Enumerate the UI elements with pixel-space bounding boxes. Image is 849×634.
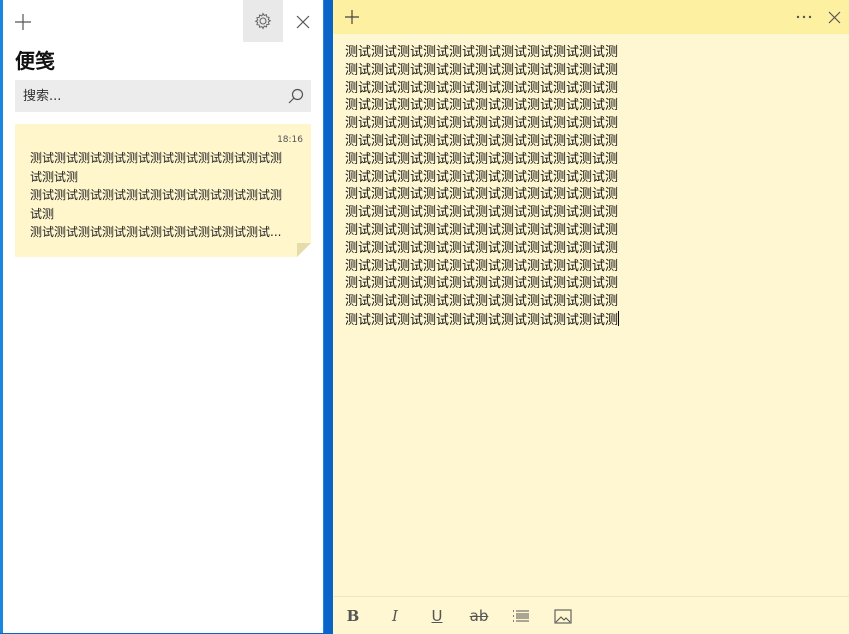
note-preview-line: 测试测试测试测试测试测试测试测试测试测试测: [30, 188, 283, 202]
italic-button[interactable]: I: [381, 603, 409, 629]
note-body-text[interactable]: 测试测试测试测试测试测试测试测试测试测试测 测试测试测试测试测试测试测试测试测试…: [345, 45, 618, 328]
note-editor-window: 测试测试测试测试测试测试测试测试测试测试测 测试测试测试测试测试测试测试测试测试…: [329, 0, 849, 634]
note-editor[interactable]: 测试测试测试测试测试测试测试测试测试测试测 测试测试测试测试测试测试测试测试测试…: [345, 44, 645, 330]
image-icon: [554, 608, 572, 624]
plus-icon: [15, 14, 31, 30]
page-fold-corner: [297, 243, 311, 257]
note-preview-line: 试测: [30, 206, 55, 221]
bullet-list-button[interactable]: [507, 603, 535, 629]
note-preview-line: 试测试测: [30, 169, 79, 184]
settings-button[interactable]: [243, 0, 283, 42]
search-box[interactable]: [15, 80, 311, 112]
gear-icon: [254, 12, 272, 30]
close-icon: [828, 11, 840, 23]
search-icon[interactable]: [287, 87, 305, 105]
close-icon: [296, 15, 310, 29]
notes-list-window: 便笺 18:16 测试测试测试测试测试测试测试测试测试测试测 试测试测 测试测试…: [0, 0, 324, 633]
search-input[interactable]: [23, 80, 273, 112]
plus-icon: [345, 10, 359, 24]
bold-button[interactable]: B: [339, 603, 367, 629]
add-note-button[interactable]: [337, 0, 367, 34]
note-preview-line: 测试测试测试测试测试测试测试测试测试测试测: [30, 151, 283, 165]
format-toolbar: B I U ab: [333, 596, 849, 634]
new-note-button[interactable]: [3, 2, 43, 42]
insert-image-button[interactable]: [549, 603, 577, 629]
strikethrough-button[interactable]: ab: [465, 603, 493, 629]
close-note-button[interactable]: [821, 0, 847, 34]
note-preview: 测试测试测试测试测试测试测试测试测试测试测 试测试测 测试测试测试测试测试测试测…: [30, 149, 300, 242]
note-titlebar[interactable]: [333, 0, 849, 34]
close-list-button[interactable]: [283, 2, 323, 42]
text-caret: [618, 310, 620, 326]
page-title: 便笺: [15, 49, 55, 73]
bullet-list-icon: [513, 610, 529, 622]
note-timestamp: 18:16: [277, 135, 303, 145]
notes-list-titlebar: [3, 0, 323, 44]
note-card[interactable]: 18:16 测试测试测试测试测试测试测试测试测试测试测 试测试测 测试测试测试测…: [15, 124, 311, 257]
underline-button[interactable]: U: [423, 603, 451, 629]
more-menu-button[interactable]: [791, 0, 817, 34]
more-icon: [796, 15, 812, 19]
note-preview-line: 测试测试测试测试测试测试测试测试测试测试...: [30, 225, 282, 239]
